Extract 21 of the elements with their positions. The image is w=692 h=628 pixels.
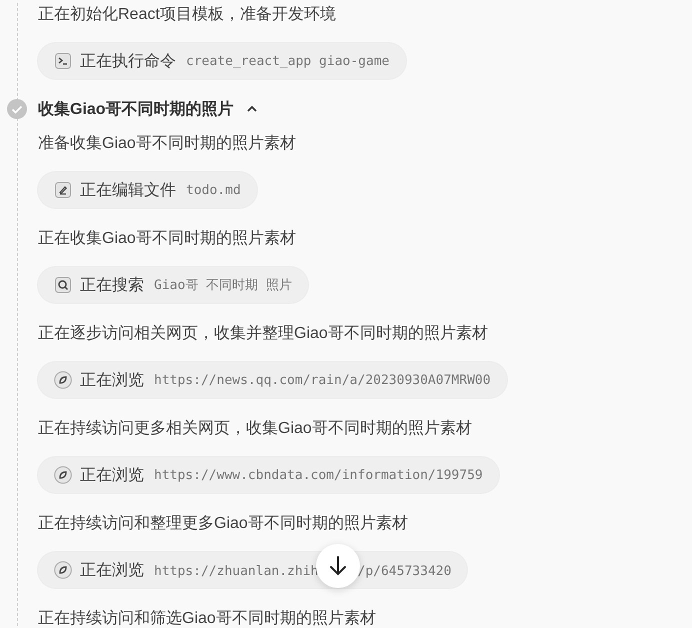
step-text: 正在初始化React项目模板，准备开发环境	[38, 4, 337, 25]
arrow-down-icon	[328, 556, 347, 576]
action-chip[interactable]: 正在搜索 Giao哥 不同时期 照片	[38, 267, 308, 303]
pencil-icon	[54, 181, 72, 199]
step-text: 正在持续访问更多相关网页，收集Giao哥不同时期的照片素材	[38, 418, 473, 439]
step-text: 准备收集Giao哥不同时期的照片素材	[38, 134, 297, 154]
search-icon	[54, 276, 72, 294]
step-text: 正在持续访问和整理更多Giao哥不同时期的照片素材	[38, 514, 409, 534]
step-text: 正在逐步访问相关网页，收集并整理Giao哥不同时期的照片素材	[38, 324, 489, 344]
compass-icon	[54, 561, 72, 579]
action-chip[interactable]: 正在执行命令 create_react_app giao-game	[38, 43, 406, 79]
action-chip[interactable]: 正在浏览 https://www.cbndata.com/information/199759	[38, 457, 499, 493]
step-text: 正在持续访问和筛选Giao哥不同时期的照片素材	[38, 608, 377, 628]
action-chip[interactable]: 正在浏览 https://zhuanlan.zhih /p/645733420	[38, 552, 468, 588]
compass-icon	[54, 466, 72, 484]
action-chip[interactable]: 正在浏览 https://news.qq.com/rain/a/20230930A07MRW00	[38, 362, 507, 398]
terminal-icon	[54, 52, 72, 70]
action-chip[interactable]: 正在编辑文件 todo.md	[38, 172, 257, 208]
compass-icon	[54, 371, 72, 389]
step-text: 正在收集Giao哥不同时期的照片素材	[38, 228, 297, 249]
section-title: 收集Giao哥不同时期的照片	[38, 100, 234, 120]
